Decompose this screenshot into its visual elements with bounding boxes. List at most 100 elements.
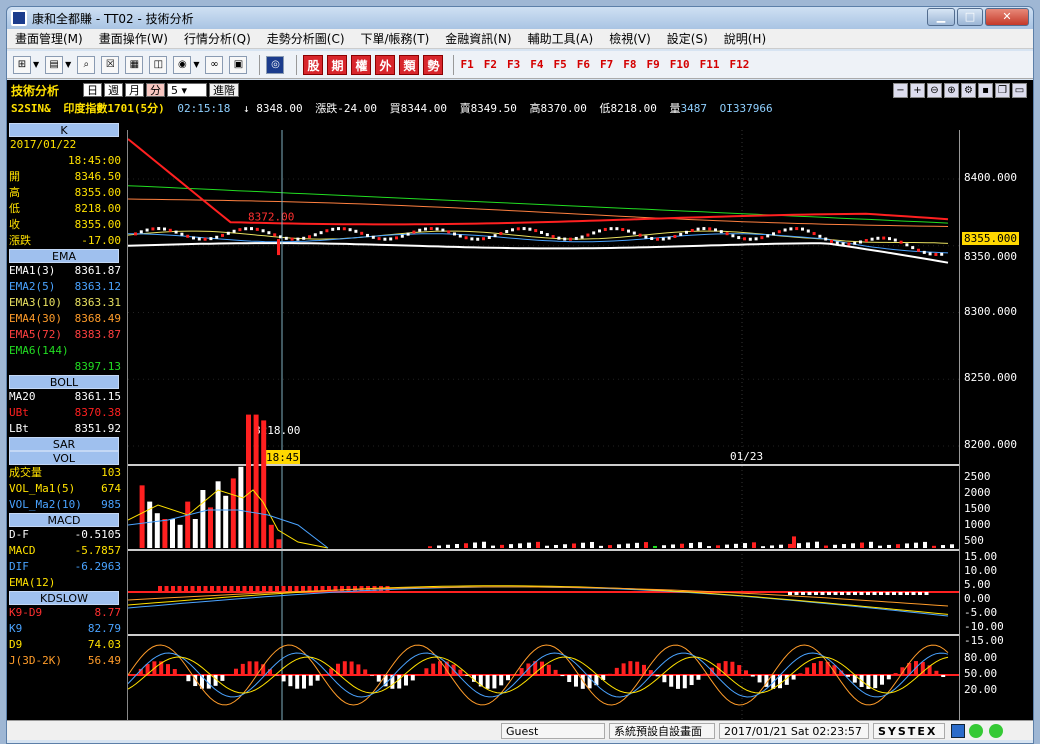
- kd-row-2: D9 74.03: [7, 637, 125, 653]
- menu-item-1[interactable]: 畫面操作(W): [91, 30, 176, 47]
- fkey-f1[interactable]: F1: [460, 58, 473, 71]
- vol-row-2-value: 985: [101, 498, 121, 511]
- sar-header[interactable]: SAR: [9, 437, 119, 451]
- fkey-f12[interactable]: F12: [729, 58, 749, 71]
- volume-bar: [635, 542, 639, 548]
- chevron-down-icon[interactable]: ▼: [33, 60, 39, 69]
- vol-header[interactable]: VOL: [9, 451, 119, 465]
- market-button-5[interactable]: 勢: [423, 54, 444, 75]
- fkey-f2[interactable]: F2: [484, 58, 497, 71]
- volume-bar: [824, 545, 828, 548]
- kd-bar: [342, 661, 347, 675]
- candle: [389, 237, 393, 241]
- macd-bar: [859, 592, 864, 595]
- advanced-button[interactable]: 進階: [209, 83, 240, 97]
- chevron-down-icon[interactable]: ▼: [193, 60, 199, 69]
- grid-icon[interactable]: ▦: [125, 55, 144, 74]
- menu-item-8[interactable]: 設定(S): [659, 30, 716, 47]
- kd-bar: [220, 675, 225, 681]
- fkey-f9[interactable]: F9: [646, 58, 659, 71]
- settings-icon[interactable]: ⚙: [961, 83, 976, 98]
- save-icon[interactable]: ▪: [978, 83, 993, 98]
- globe-icon[interactable]: ◉: [173, 55, 192, 74]
- period-2[interactable]: 月: [125, 83, 145, 97]
- low-mark-label: 8218.00: [254, 424, 300, 437]
- macd-bar: [866, 592, 870, 595]
- quote-low: 8218.00: [610, 102, 657, 115]
- boll-row-0: MA20 8361.15: [7, 389, 125, 405]
- layout-icon[interactable]: ⊞: [13, 55, 31, 74]
- kd-bar: [628, 661, 633, 675]
- ema-header[interactable]: EMA: [9, 249, 119, 263]
- volume-bar: [590, 541, 594, 548]
- menu-item-6[interactable]: 輔助工具(A): [520, 30, 602, 47]
- market-button-3[interactable]: 外: [375, 54, 396, 75]
- folder-icon[interactable]: ▭: [1012, 83, 1027, 98]
- menu-item-5[interactable]: 金融資訊(N): [437, 30, 519, 47]
- volume-bar: [500, 544, 504, 548]
- chart-icon[interactable]: ▣: [229, 55, 248, 74]
- search-icon[interactable]: ⌕: [77, 55, 96, 74]
- macd-row-1: MACD -5.7857: [7, 543, 125, 559]
- menu-item-4[interactable]: 下單/帳務(T): [353, 30, 438, 47]
- macd-tick: 15.00: [964, 550, 998, 563]
- candle: [377, 237, 381, 241]
- maximize-button[interactable]: □: [957, 8, 983, 26]
- candle: [777, 230, 781, 234]
- period-3[interactable]: 分: [146, 83, 166, 97]
- boll-row-2-label: LBt: [9, 422, 29, 435]
- fkey-f8[interactable]: F8: [623, 58, 636, 71]
- zoom-out-icon[interactable]: ⊖: [927, 83, 942, 98]
- market-button-1[interactable]: 期: [327, 54, 348, 75]
- zoom-in-icon[interactable]: ⊕: [944, 83, 959, 98]
- candle: [487, 235, 491, 239]
- candle: [748, 237, 752, 241]
- close-button[interactable]: ✕: [985, 8, 1029, 26]
- fkey-f5[interactable]: F5: [553, 58, 566, 71]
- kd-header[interactable]: KDSLOW: [9, 591, 119, 605]
- period-0[interactable]: 日: [83, 83, 103, 97]
- menu-item-9[interactable]: 說明(H): [716, 30, 774, 47]
- market-button-0[interactable]: 股: [303, 54, 324, 75]
- panel-tools: − + ⊖ ⊕ ⚙ ▪ ❐ ▭: [891, 83, 1027, 98]
- logo-icon[interactable]: ◎: [266, 55, 285, 74]
- fkey-f6[interactable]: F6: [577, 58, 590, 71]
- k-row-2: 低 8218.00: [7, 201, 125, 217]
- fkey-f4[interactable]: F4: [530, 58, 543, 71]
- link-icon[interactable]: ∞: [205, 55, 224, 74]
- user-icon[interactable]: [951, 724, 965, 738]
- fkey-f11[interactable]: F11: [700, 58, 720, 71]
- connection-icon: [969, 724, 983, 738]
- plus-icon[interactable]: +: [910, 83, 925, 98]
- print-icon[interactable]: ▤: [45, 55, 64, 74]
- panel-header: 技術分析 日週月分 5 ▾ 進階: [11, 83, 241, 98]
- close-window-icon[interactable]: ☒: [101, 55, 120, 74]
- menu-item-7[interactable]: 檢視(V): [601, 30, 659, 47]
- market-button-4[interactable]: 類: [399, 54, 420, 75]
- interval-select[interactable]: 5 ▾: [167, 83, 208, 97]
- macd-header[interactable]: MACD: [9, 513, 119, 527]
- split-icon[interactable]: ◫: [149, 55, 168, 74]
- window-icon[interactable]: ❐: [995, 83, 1010, 98]
- app-window: 康和全都賺 - TT02 - 技術分析 ▁ □ ✕ 畫面管理(M) 畫面操作(W)…: [6, 6, 1034, 744]
- candle: [499, 232, 503, 236]
- k-header[interactable]: K: [9, 123, 119, 137]
- menu-item-3[interactable]: 走勢分析圖(C): [259, 30, 353, 47]
- minimize-button[interactable]: ▁: [927, 8, 955, 26]
- vol-row-1-value: 674: [101, 482, 121, 495]
- chart-area[interactable]: 8372.00 8218.00 18:45 01/23: [127, 130, 963, 720]
- volume-bar: [644, 542, 648, 548]
- market-button-2[interactable]: 權: [351, 54, 372, 75]
- menu-item-0[interactable]: 畫面管理(M): [7, 30, 91, 47]
- fkey-f3[interactable]: F3: [507, 58, 520, 71]
- fkey-f7[interactable]: F7: [600, 58, 613, 71]
- period-1[interactable]: 週: [104, 83, 124, 97]
- macd-bar: [281, 586, 286, 592]
- k-row-4-value: -17.00: [81, 234, 121, 247]
- boll-header[interactable]: BOLL: [9, 375, 119, 389]
- macd-bar: [236, 586, 240, 592]
- minus-icon[interactable]: −: [893, 83, 908, 98]
- chevron-down-icon[interactable]: ▼: [65, 60, 71, 69]
- fkey-f10[interactable]: F10: [670, 58, 690, 71]
- menu-item-2[interactable]: 行情分析(Q): [176, 30, 259, 47]
